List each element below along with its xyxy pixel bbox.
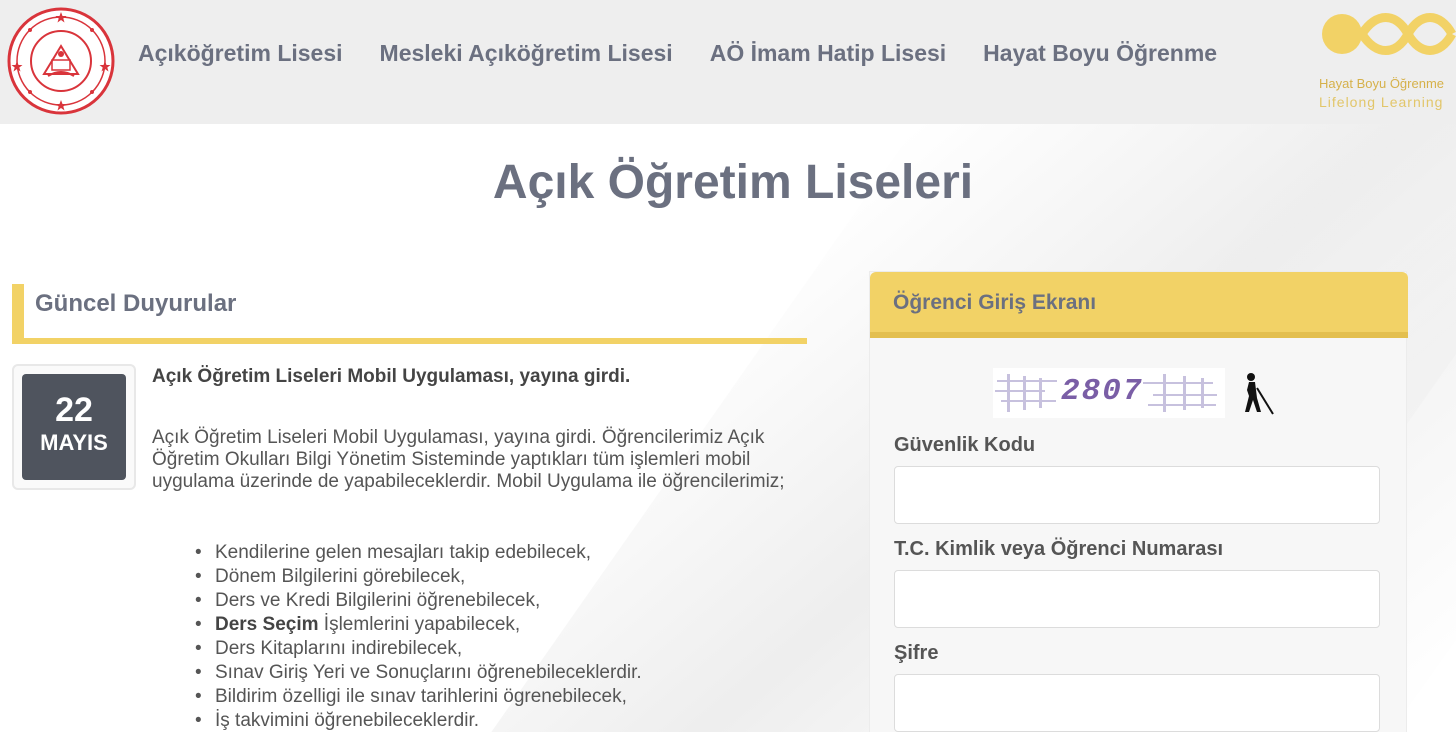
list-item: Ders Seçim İşlemlerini yapabilecek, <box>195 613 642 637</box>
list-item: Kendilerine gelen mesajları takip edebil… <box>195 541 642 565</box>
announcement-date: 22 MAYIS <box>12 364 136 490</box>
student-login-panel: Öğrenci Giriş Ekranı 2807 Güvenlik Kodu … <box>869 271 1408 732</box>
list-item: Bildirim özelligi ile sınav tarihlerini … <box>195 685 642 709</box>
nav-ao-imam-hatip-lisesi[interactable]: AÖ İmam Hatip Lisesi <box>710 40 946 67</box>
hbo-logo-line2: Lifelong Learning <box>1319 94 1444 110</box>
announcement-body: Açık Öğretim Liseleri Mobil Uygulaması, … <box>152 427 785 492</box>
security-code-label: Güvenlik Kodu <box>894 434 1036 456</box>
date-day: 22 <box>55 391 93 429</box>
captcha-image: 2807 <box>993 368 1225 418</box>
date-badge: 22 MAYIS <box>22 374 126 480</box>
nav-hayat-boyu-ogrenme[interactable]: Hayat Boyu Öğrenme <box>983 40 1217 67</box>
announcements-header: Güncel Duyurular <box>12 284 807 344</box>
password-label: Şifre <box>894 642 939 664</box>
list-item: Sınav Giriş Yeri ve Sonuçlarını öğrenebi… <box>195 661 642 685</box>
hayat-boyu-ogrenme-logo[interactable]: Hayat Boyu Öğrenme Lifelong Learning <box>1316 2 1456 122</box>
infinity-logo-icon <box>1322 13 1456 55</box>
page-title: Açık Öğretim Liseleri <box>492 156 974 209</box>
list-item-bold: Ders Seçim <box>215 614 319 635</box>
hbo-logo-line1: Hayat Boyu Öğrenme <box>1319 76 1445 91</box>
list-item: Ders Kitaplarını indirebilecek, <box>195 637 642 661</box>
site-header: Açıköğretim Lisesi Mesleki Açıköğretim L… <box>0 0 1456 124</box>
login-header: Öğrenci Giriş Ekranı <box>870 272 1408 338</box>
id-number-input[interactable] <box>894 570 1380 628</box>
list-item: Dönem Bilgilerini görebilecek, <box>195 565 642 589</box>
main-nav: Açıköğretim Lisesi Mesleki Açıköğretim L… <box>138 40 1254 67</box>
list-item: Ders ve Kredi Bilgilerini öğrenebilecek, <box>195 589 642 613</box>
announcements-heading: Güncel Duyurular <box>35 290 237 317</box>
id-number-label: T.C. Kimlik veya Öğrenci Numarası <box>894 538 1224 560</box>
password-input[interactable] <box>894 674 1380 732</box>
login-heading: Öğrenci Giriş Ekranı <box>893 291 1097 314</box>
security-code-input[interactable] <box>894 466 1380 524</box>
blind-person-icon[interactable] <box>1235 368 1279 418</box>
nav-mesleki-acikogretim-lisesi[interactable]: Mesleki Açıköğretim Lisesi <box>380 40 673 67</box>
captcha-text: 2807 <box>1061 374 1144 409</box>
announcement-feature-list: Kendilerine gelen mesajları takip edebil… <box>195 541 642 732</box>
list-item: İş takvimini öğrenebileceklerdir. <box>195 709 642 732</box>
date-month: MAYIS <box>40 430 108 455</box>
meb-emblem-icon[interactable] <box>6 6 116 116</box>
nav-acikogretim-lisesi[interactable]: Açıköğretim Lisesi <box>138 40 343 67</box>
announcement-title[interactable]: Açık Öğretim Liseleri Mobil Uygulaması, … <box>152 366 630 388</box>
